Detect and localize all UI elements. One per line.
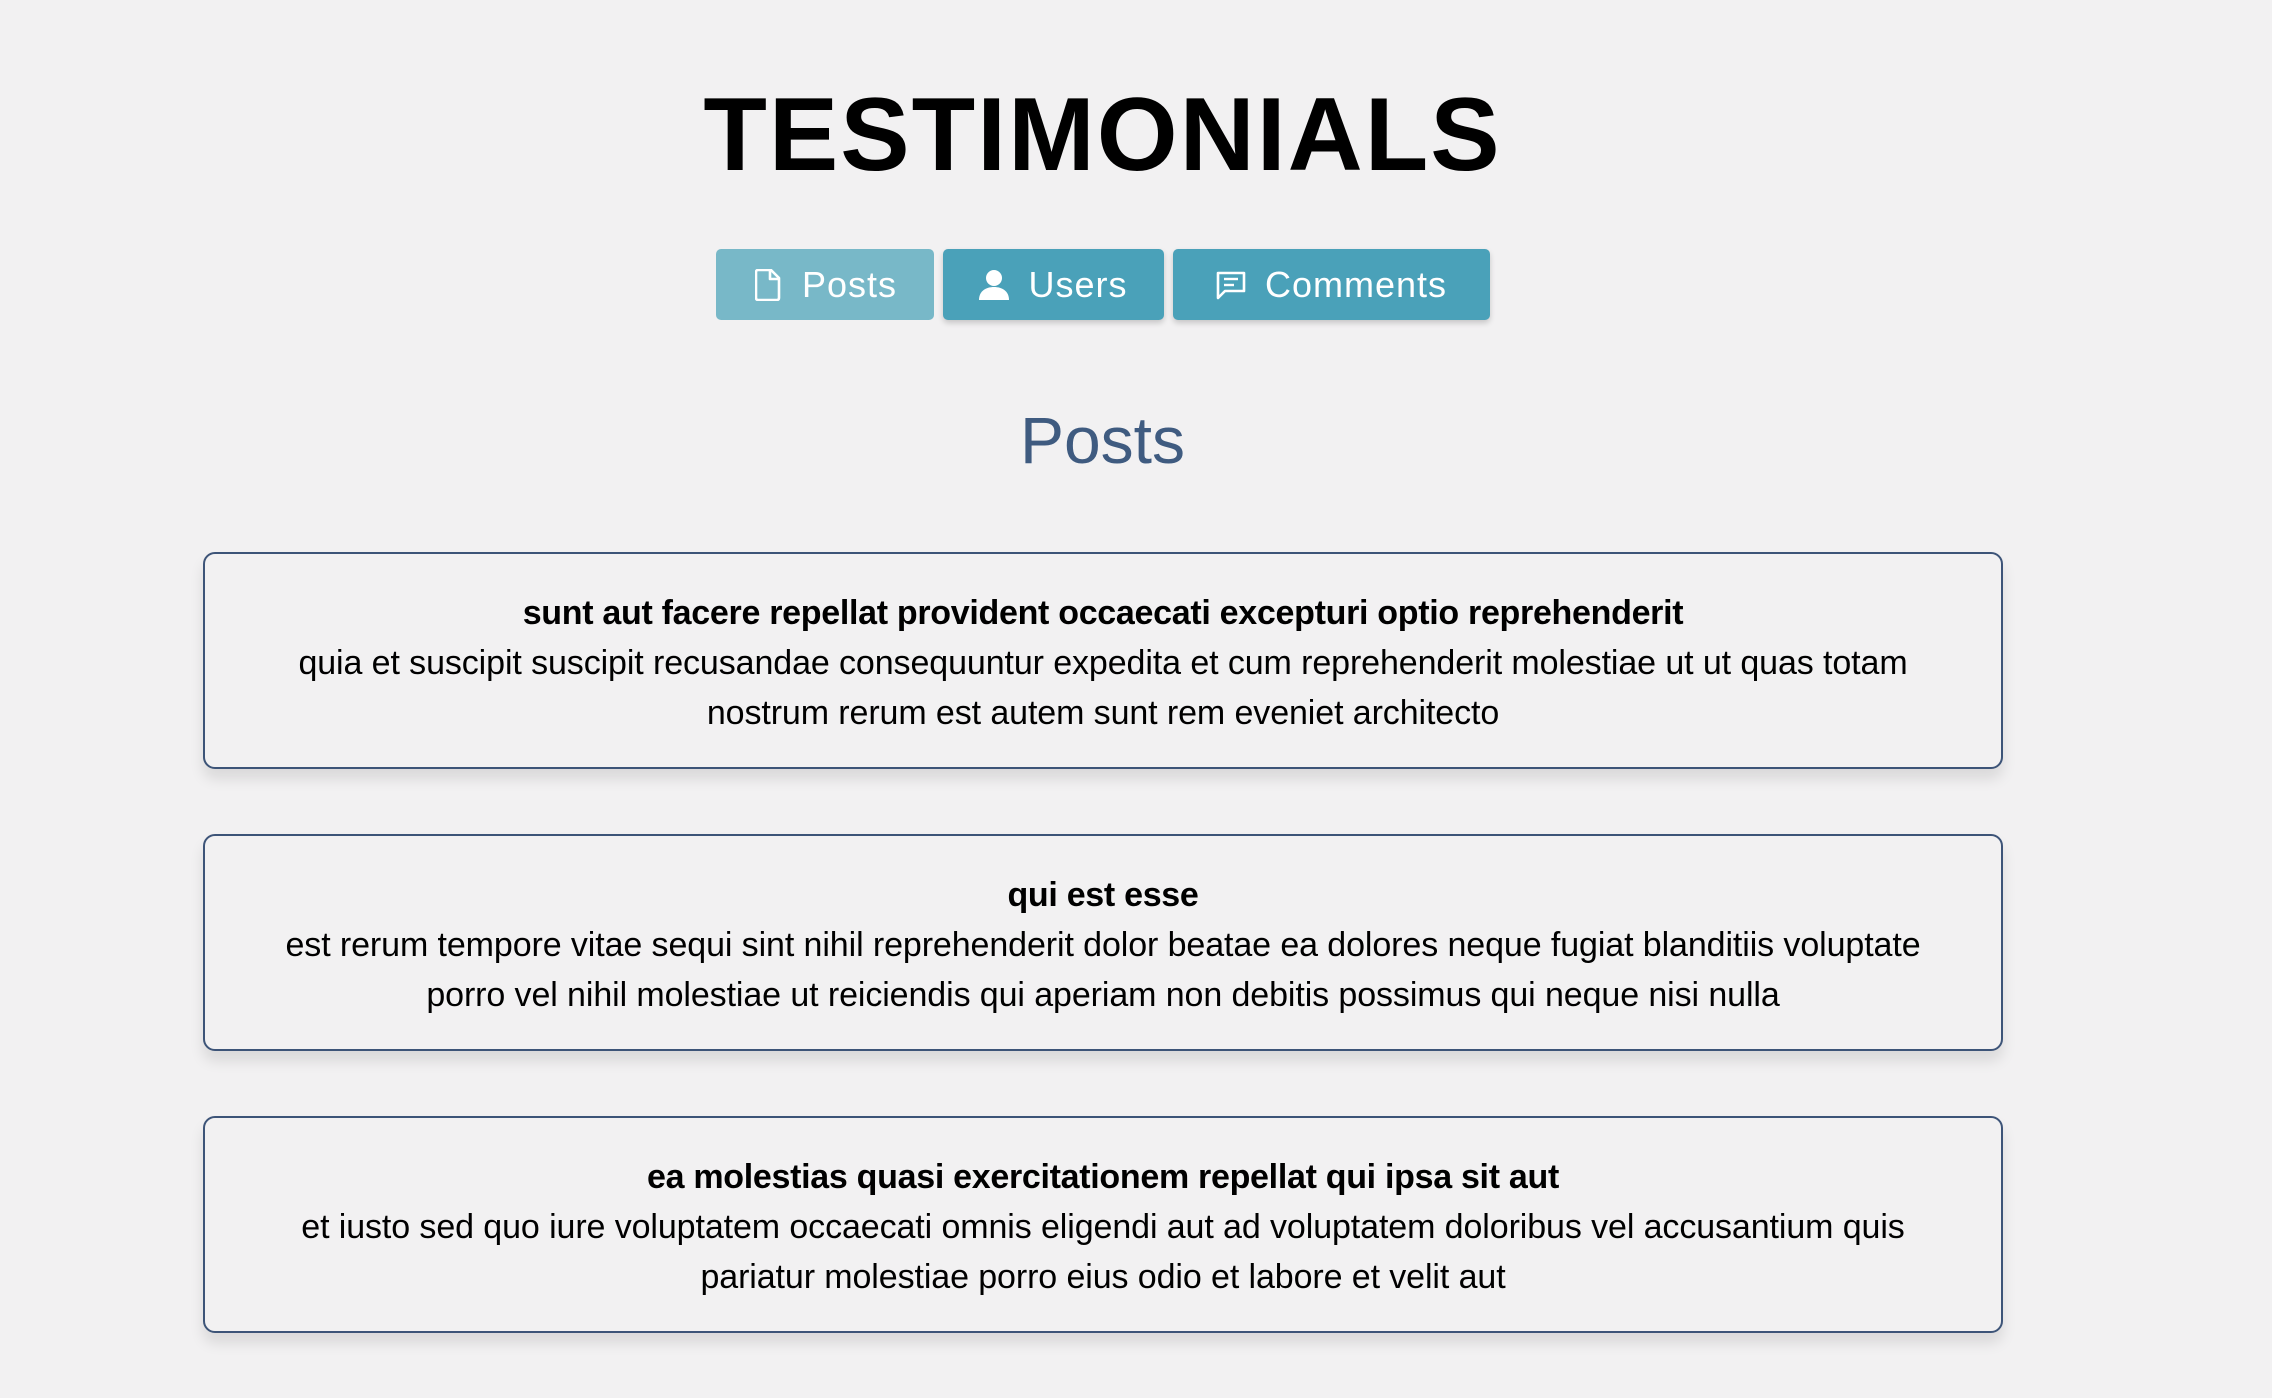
document-icon — [752, 268, 784, 302]
post-list: sunt aut facere repellat provident occae… — [203, 552, 2003, 1398]
post-body: est rerum tempore vitae sequi sint nihil… — [285, 926, 1921, 1014]
post-body: quia et suscipit suscipit recusandae con… — [298, 644, 1908, 732]
tab-bar: Posts Users Comments — [0, 249, 2205, 320]
tab-users[interactable]: Users — [942, 249, 1164, 320]
tab-posts-label: Posts — [801, 263, 898, 305]
user-icon — [978, 268, 1010, 302]
tab-comments[interactable]: Comments — [1172, 249, 1490, 320]
post-title: ea molestias quasi exercitationem repell… — [647, 1158, 1559, 1196]
post-title: sunt aut facere repellat provident occae… — [522, 594, 1684, 632]
comment-icon — [1215, 268, 1247, 302]
tab-comments-label: Comments — [1264, 263, 1448, 305]
page: TESTIMONIALS Posts Users Comments Posts … — [0, 0, 2272, 1370]
post-card: qui est esse est rerum tempore vitae seq… — [203, 834, 2003, 1051]
section-title: Posts — [1019, 403, 1186, 477]
post-card: ea molestias quasi exercitationem repell… — [203, 1116, 2003, 1333]
page-title: TESTIMONIALS — [703, 77, 1502, 193]
post-card: sunt aut facere repellat provident occae… — [203, 552, 2003, 769]
post-body: et iusto sed quo iure voluptatem occaeca… — [301, 1208, 1905, 1296]
tab-users-label: Users — [1028, 263, 1128, 305]
tab-posts[interactable]: Posts — [715, 249, 934, 320]
post-title: qui est esse — [1007, 876, 1199, 914]
